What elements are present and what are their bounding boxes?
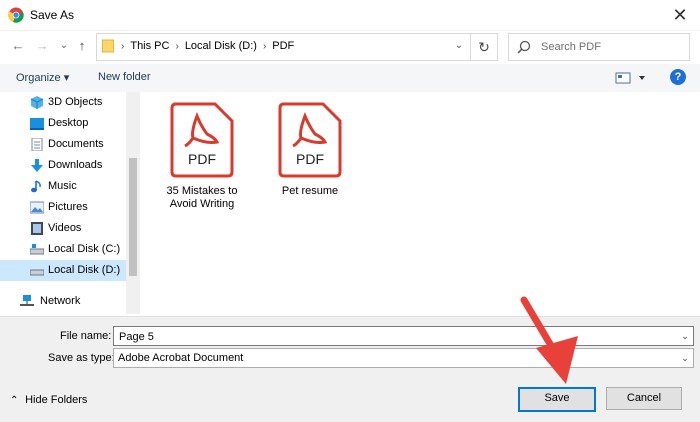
file-item[interactable]: PDF Pet resume <box>260 102 360 198</box>
sidebar-item-label: 3D Objects <box>48 96 103 108</box>
organize-menu[interactable]: Organize ▾ <box>16 71 69 84</box>
search-box[interactable] <box>508 33 690 61</box>
chrome-icon <box>8 7 24 23</box>
sidebar-item-3d-objects[interactable]: 3D Objects <box>0 92 126 113</box>
sidebar-item-videos[interactable]: Videos <box>0 218 126 239</box>
address-dropdown-icon[interactable]: ⌄ <box>450 37 468 55</box>
sidebar-item-label: Pictures <box>48 201 88 213</box>
breadcrumb-local-disk-d[interactable]: Local Disk (D:) <box>185 40 257 52</box>
desktop-icon <box>30 118 44 130</box>
breadcrumb-separator: › <box>262 40 267 52</box>
save-button[interactable]: Save <box>518 387 596 412</box>
sidebar-item-label: Network <box>40 295 81 307</box>
sidebar-scrollbar[interactable] <box>126 92 140 314</box>
sidebar-item-label: Local Disk (D:) <box>48 264 121 276</box>
navigation-bar: ← → ⌄ ↑ › This PC › Local Disk (D:) › PD… <box>0 30 700 64</box>
refresh-icon[interactable]: ↻ <box>470 34 497 60</box>
up-arrow-icon[interactable]: ↑ <box>74 38 90 54</box>
sidebar-item-label: Music <box>48 180 77 192</box>
sidebar-item-label: Documents <box>48 138 104 150</box>
downloads-icon <box>31 159 43 172</box>
chevron-up-icon: ⌃ <box>10 395 19 406</box>
chevron-down-icon[interactable]: ⌄ <box>679 330 691 342</box>
breadcrumb-separator: › <box>175 40 179 52</box>
save-as-type-select[interactable]: Adobe Acrobat Document ⌄ <box>113 348 694 368</box>
sidebar-item-label: Desktop <box>48 117 89 129</box>
cube-icon <box>30 96 44 109</box>
folder-icon <box>102 39 114 53</box>
pictures-icon <box>30 201 44 214</box>
pdf-badge-text: PDF <box>188 151 216 167</box>
view-options-icon[interactable] <box>615 70 649 86</box>
sidebar-item-label: Videos <box>48 222 82 234</box>
sidebar-item-label: Local Disk (C:) <box>48 243 121 255</box>
file-list: PDF 35 Mistakes to Avoid Writing PDF Pet… <box>140 92 700 316</box>
close-icon[interactable]: ✕ <box>668 3 692 27</box>
window-title: Save As <box>30 8 75 22</box>
breadcrumb-this-pc[interactable]: This PC <box>130 40 169 52</box>
drive-icon <box>30 269 44 276</box>
sidebar-item-network[interactable]: Network <box>0 291 126 312</box>
file-name-field[interactable]: ⌄ <box>113 326 694 346</box>
network-icon <box>20 295 34 306</box>
sidebar-item-documents[interactable]: Documents <box>0 134 126 155</box>
address-bar[interactable]: › This PC › Local Disk (D:) › PDF ⌄ ↻ <box>96 33 498 61</box>
save-as-type-value: Adobe Acrobat Document <box>118 352 244 364</box>
save-form-panel: File name: ⌄ Save as type: Adobe Acrobat… <box>0 316 700 422</box>
file-name: 35 Mistakes to Avoid Writing <box>166 185 238 210</box>
pdf-file-icon: PDF <box>170 102 234 178</box>
music-icon <box>31 180 41 193</box>
breadcrumb-separator: › <box>121 40 125 52</box>
videos-icon <box>31 222 43 235</box>
command-toolbar: Organize ▾ New folder ? <box>0 64 700 93</box>
recent-locations-icon[interactable]: ⌄ <box>56 38 72 54</box>
forward-arrow-icon[interactable]: → <box>34 38 50 54</box>
breadcrumb: › This PC › Local Disk (D:) › PDF <box>121 40 294 52</box>
back-arrow-icon[interactable]: ← <box>10 38 26 54</box>
sidebar-item-desktop[interactable]: Desktop <box>0 113 126 134</box>
save-as-type-label: Save as type: <box>48 352 115 364</box>
drive-icon <box>30 244 44 255</box>
pdf-badge-text: PDF <box>296 151 324 167</box>
file-name: Pet resume <box>281 185 339 197</box>
pdf-file-icon: PDF <box>278 102 342 178</box>
sidebar-item-downloads[interactable]: Downloads <box>0 155 126 176</box>
sidebar-item-local-disk-d[interactable]: Local Disk (D:) <box>0 260 126 281</box>
documents-icon <box>31 138 43 151</box>
sidebar-item-pictures[interactable]: Pictures <box>0 197 126 218</box>
file-item[interactable]: PDF 35 Mistakes to Avoid Writing <box>152 102 252 211</box>
scrollbar-thumb[interactable] <box>129 158 137 276</box>
help-icon[interactable]: ? <box>670 69 686 85</box>
title-bar: Save As ✕ <box>0 0 700 31</box>
search-input[interactable] <box>539 38 683 56</box>
new-folder-button[interactable]: New folder <box>98 71 151 83</box>
hide-folders-toggle[interactable]: ⌃ Hide Folders <box>10 394 87 406</box>
sidebar-item-music[interactable]: Music <box>0 176 126 197</box>
hide-folders-label: Hide Folders <box>25 394 88 406</box>
navigation-pane: 3D Objects Desktop Documents Downloads M… <box>0 92 140 316</box>
cancel-button[interactable]: Cancel <box>606 387 682 410</box>
search-icon <box>517 40 531 54</box>
file-name-label: File name: <box>60 330 112 342</box>
file-name-input[interactable] <box>117 329 671 345</box>
sidebar-item-label: Downloads <box>48 159 103 171</box>
sidebar-item-local-disk-c[interactable]: Local Disk (C:) <box>0 239 126 260</box>
breadcrumb-pdf[interactable]: PDF <box>272 40 294 52</box>
chevron-down-icon[interactable]: ⌄ <box>679 352 691 364</box>
